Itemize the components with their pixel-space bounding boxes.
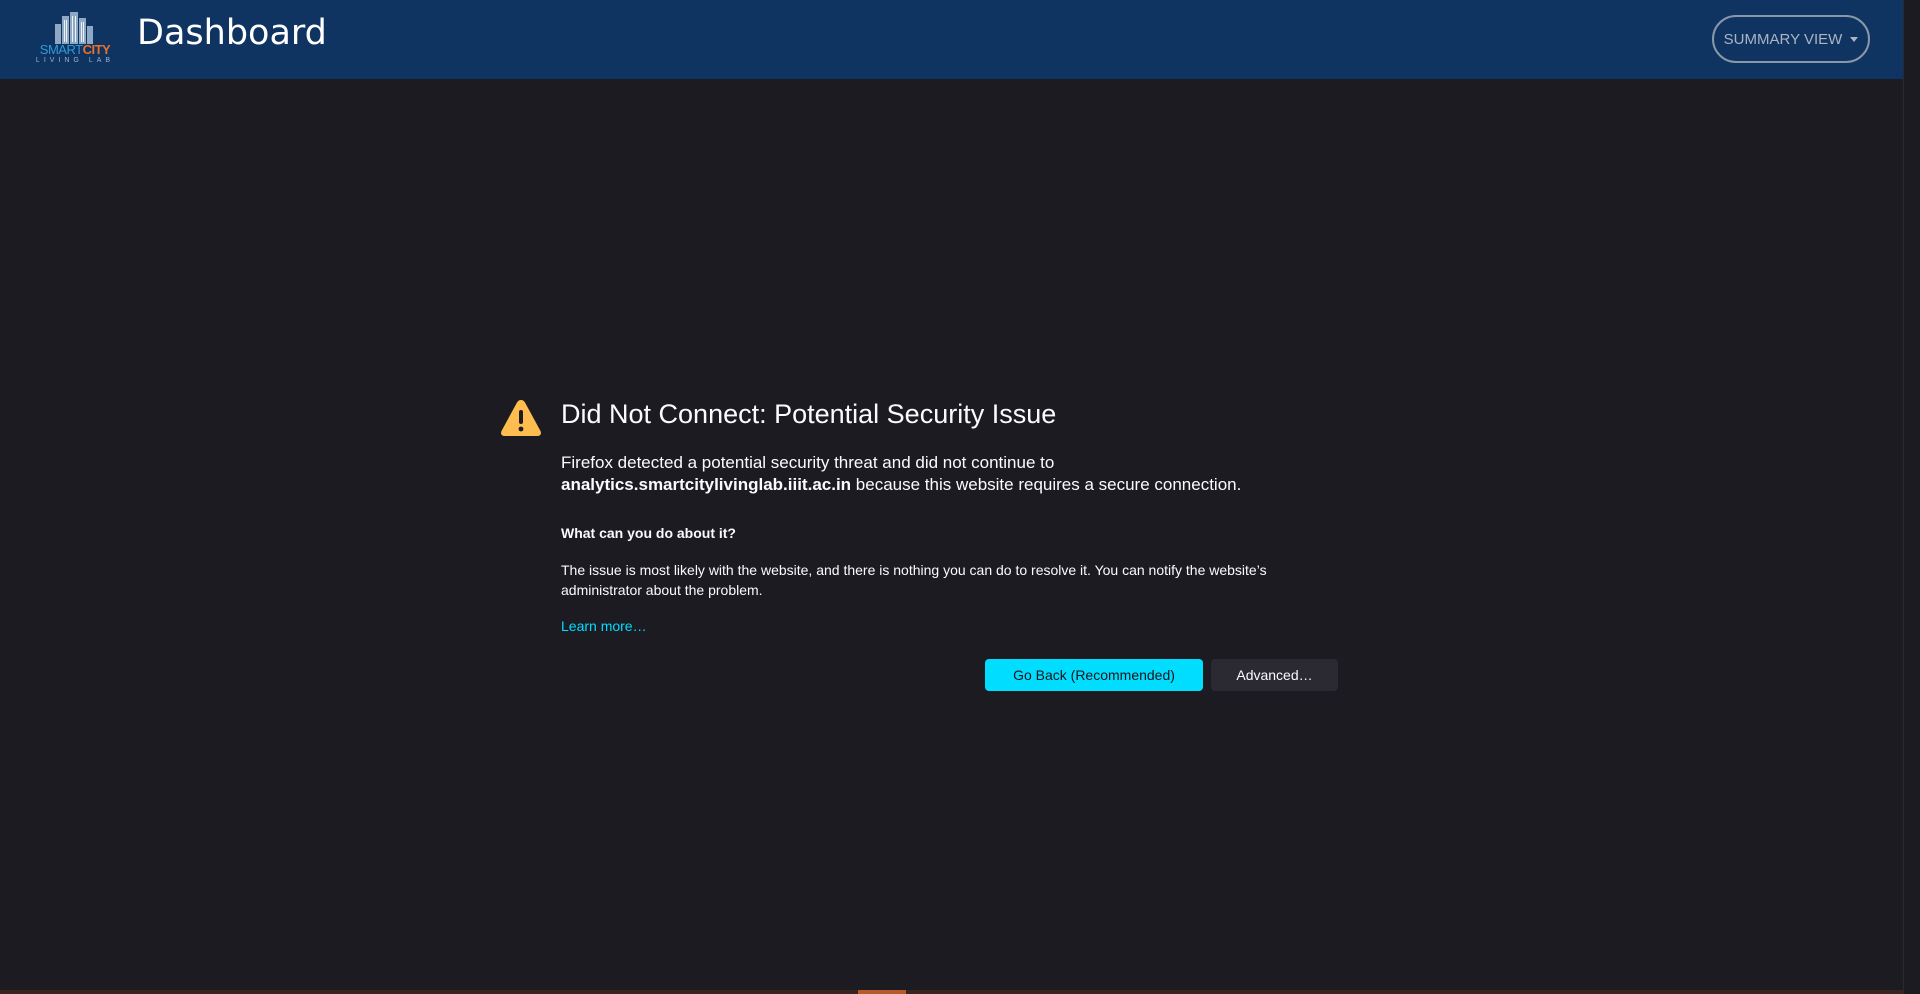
top-navbar: SMARTCITY LIVING LAB Dashboard SUMMARY V… (0, 0, 1903, 79)
error-intro-line1: Firefox detected a potential security th… (561, 453, 1055, 472)
bottom-strip (0, 990, 1903, 994)
logo-city-text: CITY (82, 42, 111, 57)
warning-icon (501, 400, 541, 436)
advanced-button[interactable]: Advanced… (1211, 659, 1338, 691)
summary-view-label: SUMMARY VIEW (1723, 30, 1843, 48)
error-question: What can you do about it? (561, 525, 736, 541)
error-hostname: analytics.smartcitylivinglab.iiit.ac.in (561, 475, 852, 494)
logo-wordmark: SMARTCITY (33, 43, 117, 56)
caret-down-icon (1850, 36, 1859, 42)
go-back-button[interactable]: Go Back (Recommended) (985, 659, 1203, 691)
error-title: Did Not Connect: Potential Security Issu… (561, 399, 1057, 429)
summary-view-dropdown[interactable]: SUMMARY VIEW (1712, 15, 1870, 63)
error-intro-line2: because this website requires a secure c… (851, 475, 1242, 494)
error-intro: Firefox detected a potential security th… (561, 452, 1341, 496)
error-detail: The issue is most likely with the websit… (561, 562, 1267, 598)
page-title: Dashboard (137, 13, 327, 53)
smart-city-logo[interactable]: SMARTCITY LIVING LAB (33, 10, 117, 66)
vertical-scrollbar[interactable] (1903, 0, 1920, 994)
bottom-indicator (858, 990, 906, 994)
logo-smart-text: SMART (39, 42, 83, 57)
city-skyline-icon (55, 12, 93, 44)
logo-subtitle: LIVING LAB (35, 57, 115, 64)
learn-more-link[interactable]: Learn more… (561, 618, 647, 634)
page: SMARTCITY LIVING LAB Dashboard SUMMARY V… (0, 0, 1920, 994)
